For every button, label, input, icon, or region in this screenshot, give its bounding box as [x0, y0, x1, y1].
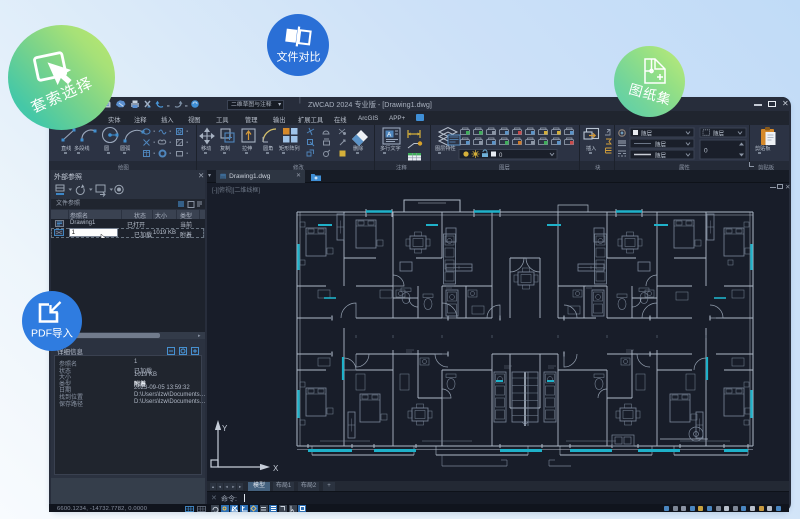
svg-text:PDF导入: PDF导入	[31, 328, 73, 340]
svg-text:0: 0	[704, 148, 708, 155]
svg-text:A: A	[387, 132, 392, 139]
svg-text:图纸集: 图纸集	[627, 81, 673, 107]
svg-text:随层: 随层	[641, 130, 653, 138]
svg-text:随层: 随层	[655, 141, 667, 149]
svg-text:文件对比: 文件对比	[277, 50, 321, 64]
svg-text:Y: Y	[222, 424, 228, 433]
svg-text:随层: 随层	[655, 152, 667, 160]
svg-text:随层: 随层	[713, 130, 725, 138]
svg-text:X: X	[273, 464, 279, 473]
